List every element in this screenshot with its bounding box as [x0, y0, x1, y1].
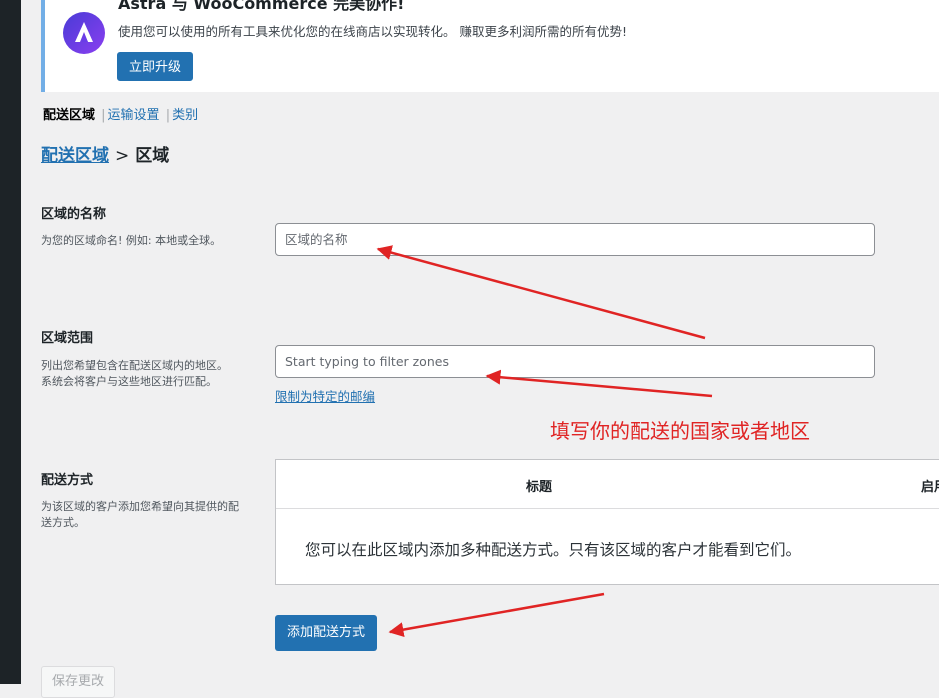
admin-sidebar — [0, 0, 21, 684]
notice-description: 使用您可以使用的所有工具来优化您的在线商店以实现转化。 赚取更多利润所需的所有优… — [118, 24, 627, 39]
breadcrumb: 配送区域 > 区域 — [41, 141, 169, 166]
annotation-text: 填写你的配送的国家或者地区 — [550, 419, 810, 443]
zone-name-help: 为您的区域命名! 例如: 本地或全球。 — [41, 234, 222, 247]
upgrade-button[interactable]: 立即升级 — [117, 52, 194, 81]
zone-name-label: 区域的名称 — [41, 207, 107, 222]
breadcrumb-separator: > — [115, 146, 130, 166]
subnav-separator: | — [101, 108, 106, 123]
upgrade-notice: Astra 与 WooCommerce 完美协作! 使用您可以使用的所有工具来优… — [41, 0, 939, 92]
empty-methods-message: 您可以在此区域内添加多种配送方式。只有该区域的客户才能看到它们。 — [305, 541, 802, 559]
add-shipping-method-button[interactable]: 添加配送方式 — [275, 615, 377, 651]
astra-logo-icon — [63, 12, 105, 54]
settings-subnav: 配送区域 | 运输设置 | 类别 — [43, 104, 198, 123]
breadcrumb-current: 区域 — [135, 146, 170, 166]
column-title: 标题 — [526, 480, 553, 495]
arrow-to-zone-name — [376, 245, 706, 340]
subnav-classes[interactable]: 类别 — [172, 108, 198, 123]
shipping-methods-table: 标题 启用 您可以在此区域内添加多种配送方式。只有该区域的客户才能看到它们。 — [275, 459, 939, 585]
arrow-to-add-method — [388, 592, 605, 638]
shipping-methods-label: 配送方式 — [41, 473, 94, 488]
limit-postcodes-link[interactable]: 限制为特定的邮编 — [275, 386, 375, 405]
column-enabled: 启用 — [921, 480, 939, 495]
notice-title: Astra 与 WooCommerce 完美协作! — [118, 0, 405, 13]
arrow-to-zone-regions — [485, 369, 713, 398]
zone-regions-input[interactable] — [275, 345, 875, 378]
shipping-methods-help: 为该区域的客户添加您希望向其提供的配送方式。 — [41, 500, 239, 529]
save-changes-button[interactable]: 保存更改 — [41, 666, 115, 698]
table-header: 标题 启用 — [276, 460, 939, 509]
zone-name-input[interactable] — [275, 223, 875, 256]
zone-regions-help: 列出您希望包含在配送区域内的地区。 系统会将客户与这些地区进行匹配。 — [41, 359, 228, 388]
subnav-shipping-zones[interactable]: 配送区域 — [43, 108, 95, 123]
zone-regions-label: 区域范围 — [41, 331, 94, 346]
subnav-shipping-settings[interactable]: 运输设置 — [108, 108, 160, 123]
breadcrumb-shipping-zones-link[interactable]: 配送区域 — [41, 146, 109, 166]
subnav-separator: | — [165, 108, 171, 123]
